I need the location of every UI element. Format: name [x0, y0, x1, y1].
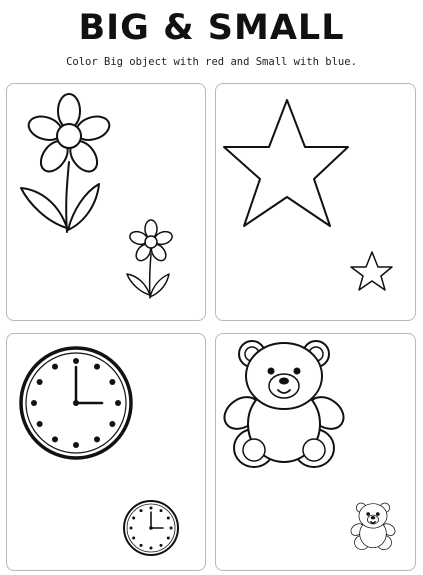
teddy-bear-small-icon — [350, 502, 396, 550]
clock-drawing — [19, 346, 179, 556]
flower-small-icon — [126, 219, 173, 299]
page-title: BIG & SMALL — [78, 8, 345, 48]
clock-hour-marker — [132, 516, 136, 520]
clock-hour-marker — [36, 421, 43, 427]
teddy-bear-drawing — [223, 340, 396, 550]
clock-hour-marker — [94, 363, 100, 370]
clock-hour-marker — [159, 509, 163, 513]
clock-big-icon — [19, 346, 133, 460]
clock-hour-marker — [73, 442, 79, 448]
clock-hour-marker — [139, 509, 143, 513]
clock-hour-marker — [115, 400, 121, 406]
panel-teddy-bear — [215, 333, 416, 571]
star-big-icon — [223, 99, 349, 227]
star-drawing — [223, 99, 393, 291]
clock-hour-marker — [94, 436, 100, 443]
panel-star — [215, 83, 416, 321]
clock-hour-marker — [159, 543, 163, 547]
clock-hour-marker — [73, 358, 79, 364]
clock-hour-marker — [149, 546, 153, 550]
instructions-text: Color Big object with red and Small with… — [66, 56, 357, 68]
clock-small-icon — [123, 500, 179, 556]
clock-hour-marker — [31, 400, 37, 406]
flower-big-icon — [20, 93, 111, 233]
clock-hour-marker — [109, 421, 116, 427]
clock-hour-marker — [36, 379, 43, 385]
flower-drawing — [20, 93, 173, 299]
clock-hour-marker — [166, 516, 170, 520]
panel-flower — [6, 83, 206, 321]
clock-hour-marker — [52, 436, 58, 443]
clock-hour-marker — [129, 526, 133, 530]
panel-clock — [6, 333, 206, 571]
clock-hour-marker — [149, 506, 153, 510]
teddy-bear-big-icon — [223, 340, 345, 468]
clock-hour-marker — [169, 526, 173, 530]
clock-hour-marker — [166, 536, 170, 540]
clock-hour-marker — [132, 536, 136, 540]
clock-hour-marker — [52, 363, 58, 370]
clock-hour-marker — [109, 379, 116, 385]
star-small-icon — [350, 251, 393, 291]
clock-hour-marker — [139, 543, 143, 547]
